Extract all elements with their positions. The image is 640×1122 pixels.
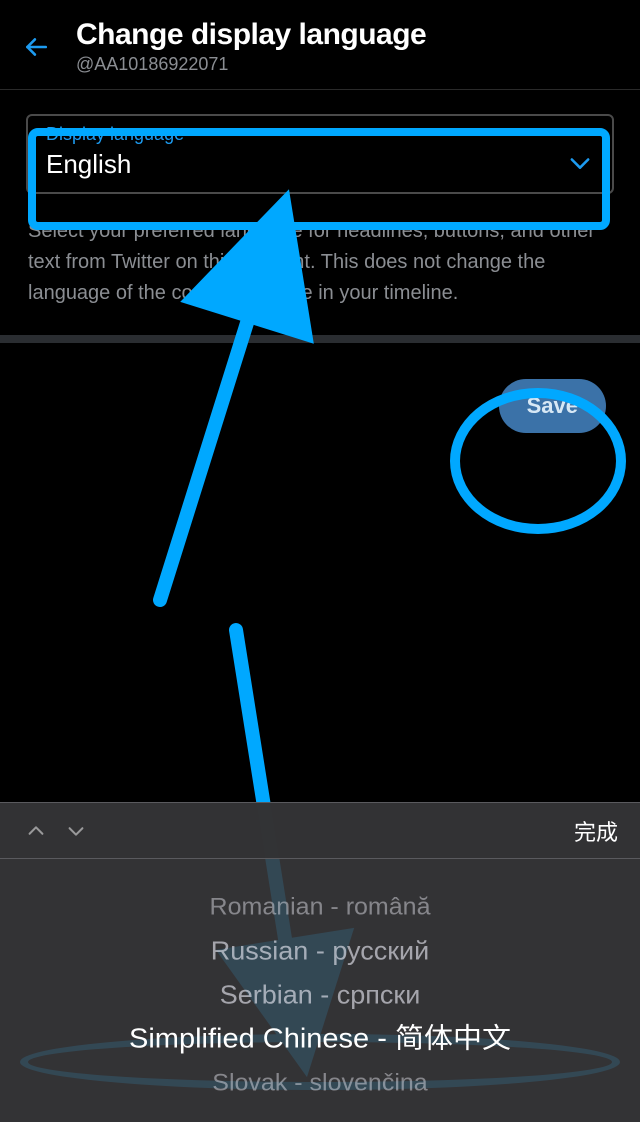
picker-done-button[interactable]: 完成 [574, 815, 624, 847]
save-row: Save [0, 343, 640, 433]
page-title: Change display language [76, 18, 426, 52]
picker-option[interactable]: Romanian - română [0, 886, 640, 928]
field-value: English [46, 149, 131, 180]
language-picker: 完成 Romanian - română Russian - русский S… [0, 802, 640, 1122]
user-handle: @AA10186922071 [76, 54, 426, 75]
picker-option[interactable]: Serbian - српски [0, 974, 640, 1016]
picker-option-selected[interactable]: Simplified Chinese - 简体中文 [0, 1018, 640, 1060]
picker-wheel[interactable]: Romanian - română Russian - русский Serb… [0, 859, 640, 1122]
chevron-up-icon [25, 820, 47, 842]
picker-toolbar: 完成 [0, 803, 640, 859]
help-text: Select your preferred language for headl… [26, 216, 614, 309]
display-language-select[interactable]: Display language English [26, 114, 614, 194]
arrow-left-icon [23, 34, 49, 60]
save-button[interactable]: Save [499, 379, 606, 433]
field-label: Display language [46, 124, 594, 145]
chevron-down-icon [65, 820, 87, 842]
main-content: Display language English Select your pre… [0, 90, 640, 309]
picker-option[interactable]: Slovak - slovenčina [0, 1062, 640, 1104]
picker-prev-button[interactable] [16, 811, 56, 851]
section-divider [0, 335, 640, 343]
picker-next-button[interactable] [56, 811, 96, 851]
back-button[interactable] [14, 25, 58, 69]
header: Change display language @AA10186922071 [0, 0, 640, 90]
chevron-down-icon [566, 149, 594, 177]
picker-option[interactable]: Russian - русский [0, 930, 640, 972]
